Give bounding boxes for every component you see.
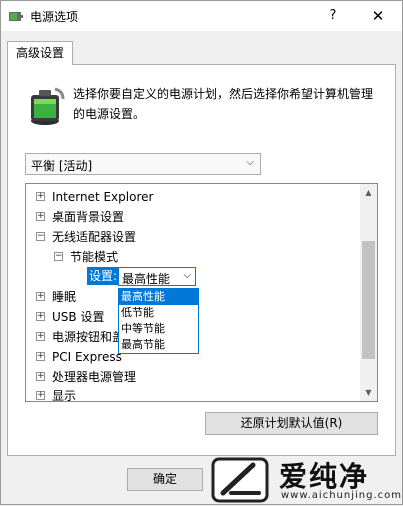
restore-defaults-button[interactable]: 还原计划默认值(R) (205, 412, 378, 435)
expand-icon[interactable]: + (36, 312, 45, 321)
tree-item-display[interactable]: + 显示 (36, 386, 77, 402)
power-options-icon (9, 12, 23, 21)
tree-item-power-saving-mode[interactable]: − 节能模式 (54, 247, 118, 267)
description-line-1: 选择你要自定义的电源计划，然后选择你希望计算机管理 (73, 87, 374, 101)
scroll-down-icon[interactable]: ▼ (360, 384, 377, 401)
power-plan-value: 平衡 [活动] (31, 159, 93, 173)
tree-item-label: PCI Express (52, 350, 122, 364)
tree-item-usb-settings[interactable]: + USB 设置 (36, 307, 104, 327)
power-options-dialog: 电源选项 ? ✕ 高级设置 选择你要自定义的电源计划，然后选择你希望计算机管理 … (0, 0, 403, 505)
tree-item-processor-power[interactable]: + 处理器电源管理 (36, 367, 136, 387)
expand-icon[interactable]: + (36, 192, 45, 201)
scrollbar-thumb[interactable] (362, 241, 375, 359)
tree-item-pci-express[interactable]: + PCI Express (36, 347, 122, 367)
help-button[interactable]: ? (319, 6, 347, 26)
tree-item-sleep[interactable]: + 睡眠 (36, 287, 76, 307)
ok-button[interactable]: 确定 (127, 468, 203, 491)
tree-item-label: 显示 (52, 389, 77, 402)
expand-icon[interactable]: + (36, 292, 45, 301)
expand-icon[interactable]: + (36, 332, 45, 341)
dropdown-option[interactable]: 低节能 (119, 305, 198, 321)
tree-item-label: Internet Explorer (52, 190, 154, 204)
setting-label: 设置: (87, 267, 119, 285)
description-text: 选择你要自定义的电源计划，然后选择你希望计算机管理 的电源设置。 (73, 84, 383, 124)
setting-value-combo[interactable]: 最高性能 ⌵ (118, 267, 196, 286)
tree-item-power-buttons-lid[interactable]: + 电源按钮和盖 (36, 327, 124, 347)
setting-dropdown-list[interactable]: 最高性能 低节能 中等节能 最高节能 (118, 288, 199, 354)
chevron-down-icon: ⌵ (183, 270, 191, 281)
dropdown-option[interactable]: 中等节能 (119, 321, 198, 337)
dropdown-option[interactable]: 最高节能 (119, 337, 198, 353)
collapse-icon[interactable]: − (54, 252, 63, 261)
tree-item-label: 电源按钮和盖 (52, 330, 125, 344)
watermark-logo-icon (211, 457, 269, 503)
expand-icon[interactable]: + (36, 212, 45, 221)
tree-item-label: 无线适配器设置 (52, 230, 137, 244)
tree-item-label: 睡眠 (52, 290, 77, 304)
watermark-name: 爱纯净 (279, 460, 370, 493)
dropdown-option[interactable]: 最高性能 (119, 289, 198, 305)
watermark-url: www.aichunjing.com (281, 490, 402, 501)
power-plan-select[interactable]: 平衡 [活动] ⌵ (25, 153, 261, 175)
chevron-down-icon: ⌵ (246, 157, 254, 168)
battery-icon (31, 87, 65, 125)
tab-advanced-settings[interactable]: 高级设置 (7, 41, 73, 65)
tree-item-wireless-adapter[interactable]: − 无线适配器设置 (36, 227, 136, 247)
scroll-up-icon[interactable]: ▲ (360, 184, 377, 201)
vertical-scrollbar[interactable]: ▲ ▼ (360, 184, 377, 401)
tree-item-label: 处理器电源管理 (52, 370, 137, 384)
tree-item-internet-explorer[interactable]: + Internet Explorer (36, 187, 153, 207)
collapse-icon[interactable]: − (36, 232, 45, 241)
expand-icon[interactable]: + (36, 352, 45, 361)
close-button[interactable]: ✕ (361, 6, 395, 26)
description-line-2: 的电源设置。 (73, 107, 146, 121)
settings-tree[interactable]: + Internet Explorer + 桌面背景设置 − 无线适配器设置 − 节能模… (25, 183, 378, 402)
expand-icon[interactable]: + (36, 372, 45, 381)
watermark: 爱纯净 www.aichunjing.com (205, 451, 403, 506)
title-bar: 电源选项 ? ✕ (1, 1, 402, 31)
tree-item-label: 节能模式 (70, 250, 119, 264)
window-title: 电源选项 (30, 10, 79, 24)
tree-item-label: 桌面背景设置 (52, 210, 125, 224)
setting-value: 最高性能 (122, 272, 171, 286)
expand-icon[interactable]: + (36, 391, 45, 400)
tree-item-label: USB 设置 (52, 310, 105, 324)
tree-item-desktop-background[interactable]: + 桌面背景设置 (36, 207, 124, 227)
